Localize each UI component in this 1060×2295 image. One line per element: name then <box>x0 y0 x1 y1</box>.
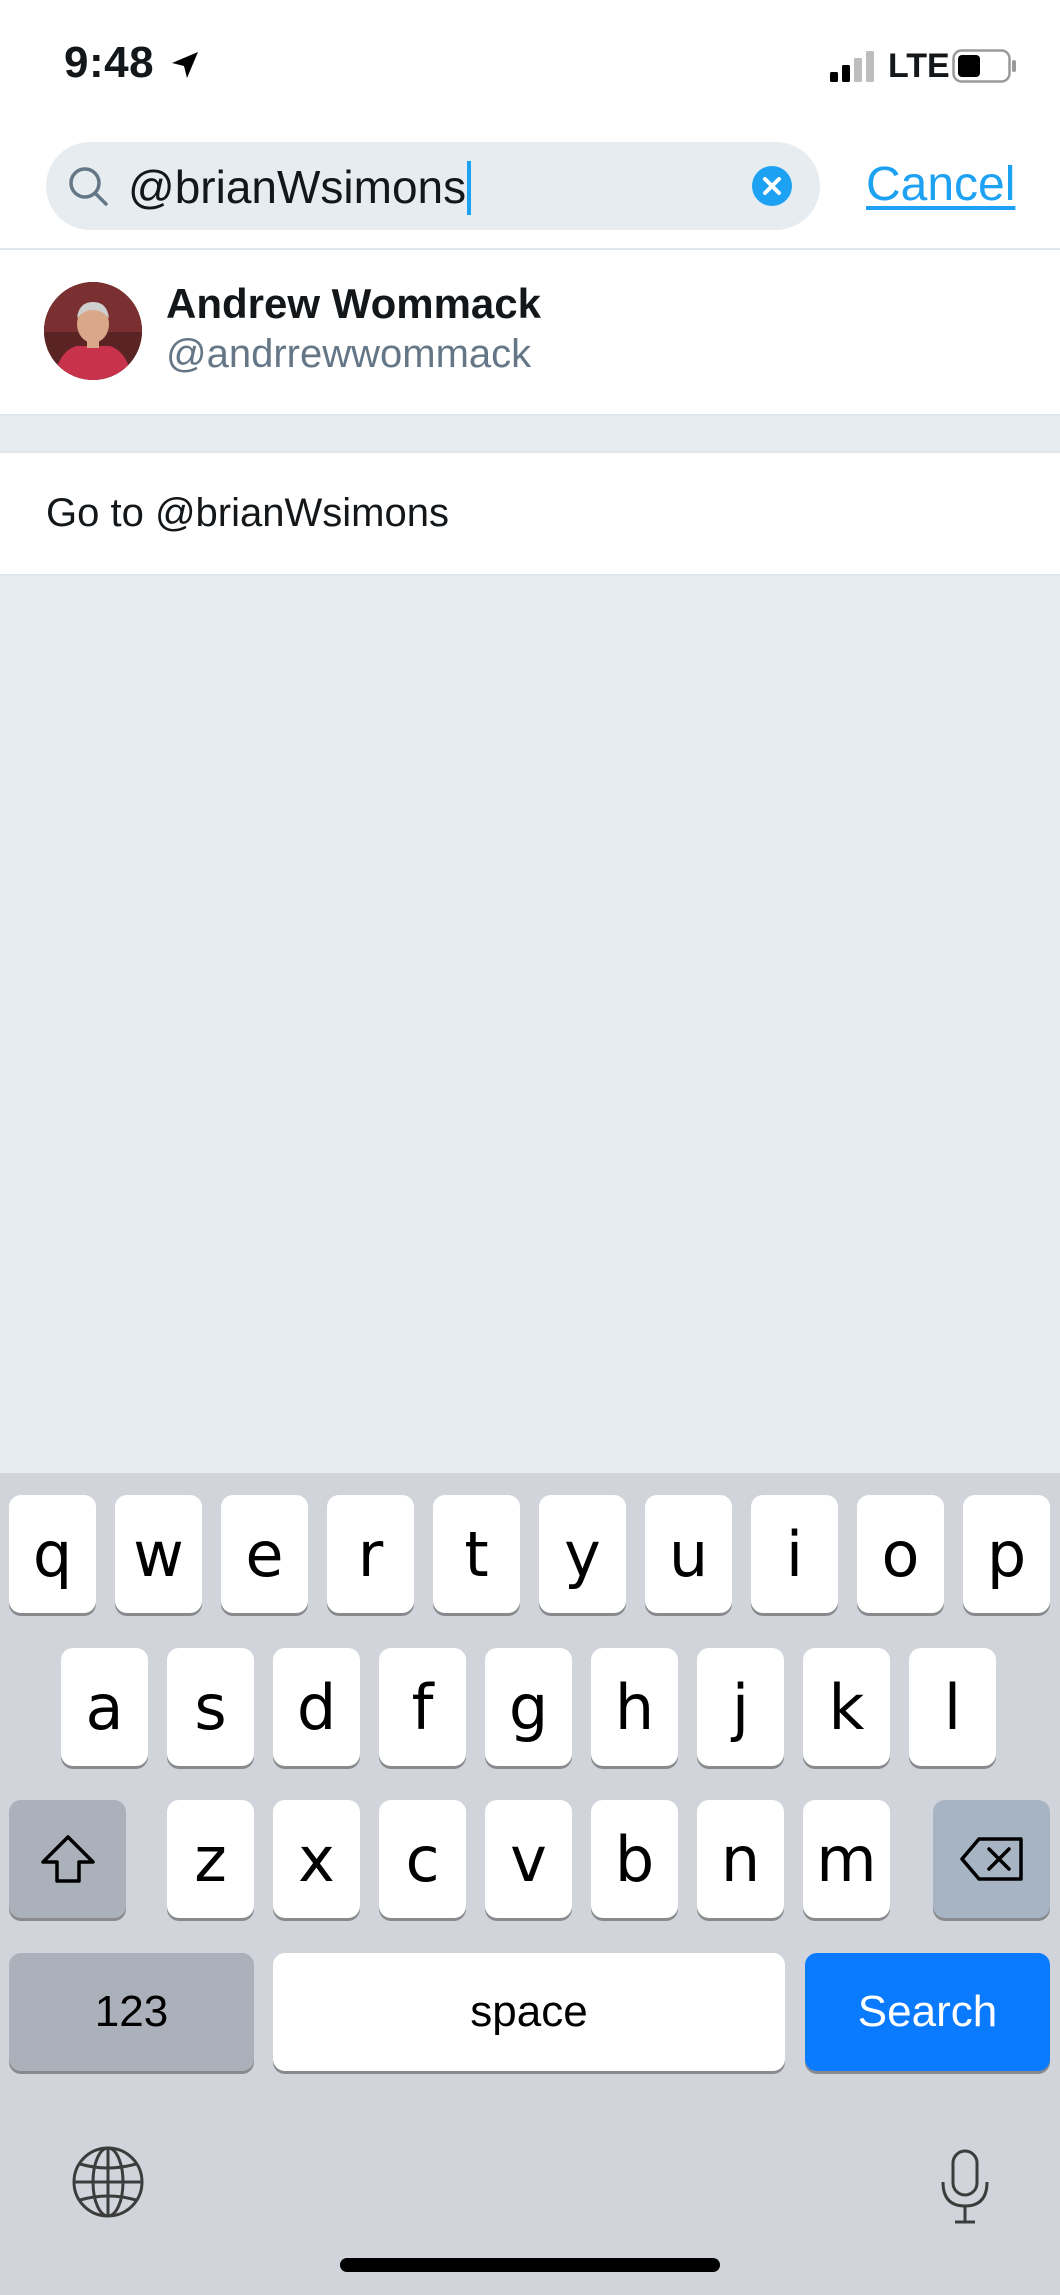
delete-icon <box>959 1837 1023 1881</box>
key-n[interactable]: n <box>697 1800 784 1918</box>
key-h[interactable]: h <box>591 1648 678 1766</box>
key-t[interactable]: t <box>433 1495 520 1613</box>
key-d[interactable]: d <box>273 1648 360 1766</box>
key-e[interactable]: e <box>221 1495 308 1613</box>
key-w[interactable]: w <box>115 1495 202 1613</box>
key-r[interactable]: r <box>327 1495 414 1613</box>
key-v[interactable]: v <box>485 1800 572 1918</box>
key-a[interactable]: a <box>61 1648 148 1766</box>
microphone-icon[interactable] <box>938 2148 992 2226</box>
text-cursor <box>467 160 472 215</box>
location-arrow-icon <box>172 52 198 78</box>
key-l[interactable]: l <box>909 1648 996 1766</box>
search-key[interactable]: Search <box>805 1953 1050 2071</box>
shift-key[interactable] <box>9 1800 126 1918</box>
key-z[interactable]: z <box>167 1800 254 1918</box>
status-bar: 9:48 LTE <box>0 0 1060 125</box>
search-icon <box>69 167 108 206</box>
clear-icon[interactable] <box>752 166 792 206</box>
go-to-profile-row[interactable]: Go to @brianWsimons <box>0 451 1060 576</box>
delete-key[interactable] <box>933 1800 1050 1918</box>
key-s[interactable]: s <box>167 1648 254 1766</box>
search-header: @brianWsimons Cancel <box>0 125 1060 250</box>
key-q[interactable]: q <box>9 1495 96 1613</box>
key-c[interactable]: c <box>379 1800 466 1918</box>
key-i[interactable]: i <box>751 1495 838 1613</box>
go-to-label: Go to @brianWsimons <box>46 491 449 535</box>
user-result-row[interactable]: Andrew Wommack @andrrewwommack <box>0 250 1060 416</box>
status-time: 9:48 <box>64 38 155 87</box>
space-key[interactable]: space <box>273 1953 785 2071</box>
key-g[interactable]: g <box>485 1648 572 1766</box>
user-name: Andrew Wommack <box>166 280 541 327</box>
key-f[interactable]: f <box>379 1648 466 1766</box>
home-indicator <box>340 2258 720 2272</box>
key-b[interactable]: b <box>591 1800 678 1918</box>
shift-icon <box>40 1835 95 1883</box>
key-x[interactable]: x <box>273 1800 360 1918</box>
key-y[interactable]: y <box>539 1495 626 1613</box>
signal-icon <box>830 51 874 82</box>
numbers-key[interactable]: 123 <box>9 1953 254 2071</box>
search-query: @brianWsimons <box>128 160 472 215</box>
cancel-button[interactable]: Cancel <box>866 157 1015 212</box>
network-type: LTE <box>888 47 950 85</box>
user-handle: @andrrewwommack <box>166 332 532 376</box>
key-u[interactable]: u <box>645 1495 732 1613</box>
battery-icon <box>952 49 1016 83</box>
key-p[interactable]: p <box>963 1495 1050 1613</box>
key-k[interactable]: k <box>803 1648 890 1766</box>
key-o[interactable]: o <box>857 1495 944 1613</box>
key-m[interactable]: m <box>803 1800 890 1918</box>
avatar <box>44 282 142 380</box>
key-j[interactable]: j <box>697 1648 784 1766</box>
globe-icon[interactable] <box>70 2144 146 2220</box>
search-input[interactable]: @brianWsimons <box>46 142 820 230</box>
